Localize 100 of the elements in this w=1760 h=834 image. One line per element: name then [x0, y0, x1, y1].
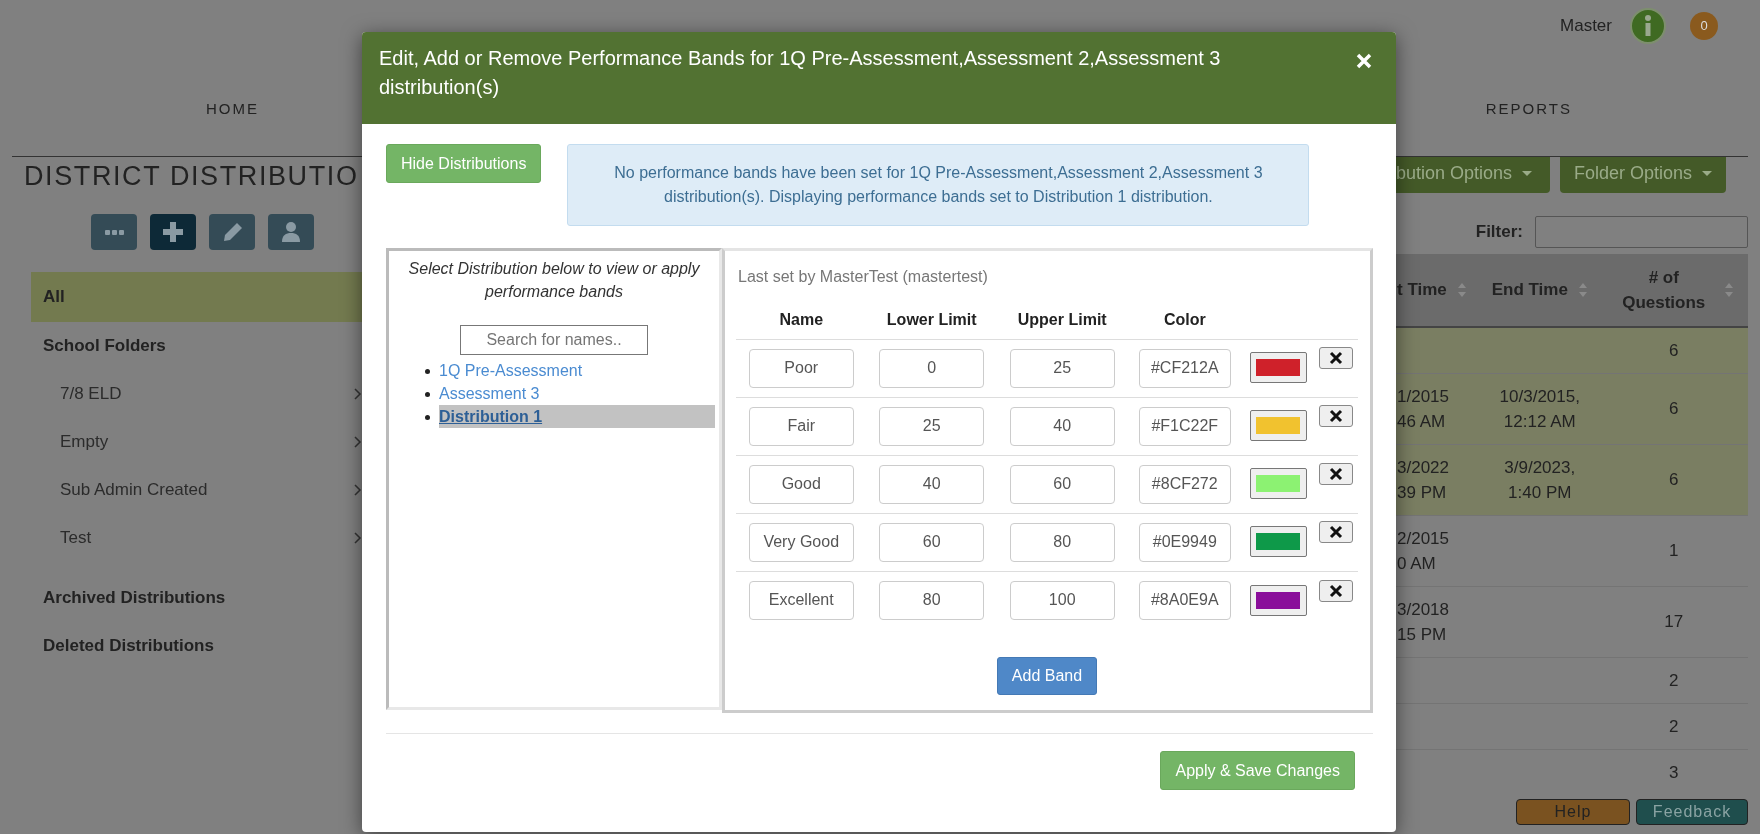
color-code-field[interactable]: #8A0E9A	[1138, 580, 1231, 620]
nav-link[interactable]: REPORTS	[1473, 98, 1584, 124]
band-name-field[interactable]: Excellent	[748, 580, 854, 620]
table-cell-text: 3	[1669, 761, 1679, 784]
folder-label: Empty	[60, 431, 109, 454]
chevron-icon	[354, 388, 362, 400]
color-picker-button[interactable]	[1249, 584, 1307, 616]
upper-limit-field[interactable]: 100	[1009, 580, 1115, 620]
table-cell-text: 2	[1669, 715, 1679, 738]
delete-button[interactable]	[1319, 579, 1353, 602]
folder-label: 7/8 ELD	[60, 383, 122, 406]
folder-item[interactable]: 7/8 ELD	[31, 370, 362, 418]
table-cell-text: 1/2015 46 AM	[1397, 385, 1449, 433]
notification-badge[interactable]: 0	[1690, 12, 1718, 40]
lower-limit-field[interactable]: 80	[879, 580, 985, 620]
table-cell-text: 6	[1669, 469, 1679, 491]
user-button[interactable]	[268, 214, 314, 250]
bullet-icon	[425, 369, 430, 374]
hide-distributions-button[interactable]: Hide Distributions	[386, 144, 542, 183]
options-button[interactable]: Folder Options	[1560, 157, 1727, 193]
caret-icon	[1522, 170, 1533, 176]
add-band-button[interactable]: Add Band	[996, 657, 1098, 695]
band-name-field[interactable]: Fair	[748, 406, 854, 446]
sidebar-item[interactable]: Deleted Distributions	[31, 622, 362, 670]
lower-limit-field[interactable]: 25	[879, 406, 985, 446]
column-header: Upper Limit	[1017, 310, 1107, 328]
save-button[interactable]: Apply & Save Changes	[1160, 751, 1355, 790]
more-icon	[104, 229, 124, 235]
table-cell-text: 6	[1669, 339, 1679, 362]
column-header: Lower Limit	[886, 310, 977, 328]
caret-icon	[1702, 170, 1713, 176]
notice-alert: No performance bands have been set for 1Q Pre-Assessment,Assessment 2,Assessment 3 distribution(s). Displaying performance bands set to Distribution 1 distribution.	[567, 144, 1310, 226]
table-cell-text: 2	[1669, 669, 1679, 692]
distribution-link[interactable]: Distribution 1	[439, 405, 715, 428]
distribution-link[interactable]: Assessment 3	[439, 382, 715, 405]
color-picker-button[interactable]	[1249, 410, 1307, 442]
distribution-link[interactable]: 1Q Pre-Assessment	[439, 359, 715, 382]
delete-button[interactable]	[1319, 521, 1353, 544]
sidebar-item[interactable]: All	[31, 272, 362, 322]
folder-label: Sub Admin Created	[60, 479, 208, 502]
chevron-icon	[354, 436, 362, 448]
options-button[interactable]: bution Options	[1396, 157, 1550, 193]
band-name-field[interactable]: Poor	[748, 348, 854, 388]
lower-limit-field[interactable]: 0	[879, 348, 985, 388]
color-code-field[interactable]: #CF212A	[1138, 348, 1231, 388]
color-picker-button[interactable]	[1249, 468, 1307, 500]
table-cell-text: 17	[1664, 611, 1684, 633]
user-icon	[282, 222, 300, 242]
lower-limit-field[interactable]: 40	[879, 464, 985, 504]
upper-limit-field[interactable]: 80	[1009, 522, 1115, 562]
upper-limit-field[interactable]: 25	[1009, 348, 1115, 388]
last-set-text: Last set by MasterTest (mastertest)	[738, 267, 989, 287]
delete-icon	[1329, 467, 1343, 482]
color-picker-button[interactable]	[1249, 352, 1307, 384]
lower-limit-field[interactable]: 60	[879, 522, 985, 562]
close-button[interactable]	[1356, 53, 1372, 69]
delete-button[interactable]	[1319, 347, 1353, 370]
plus-icon	[163, 222, 183, 242]
feedback-button[interactable]: Feedback	[1636, 799, 1748, 825]
folder-item[interactable]: Sub Admin Created	[31, 466, 362, 514]
upper-limit-field[interactable]: 60	[1009, 464, 1115, 504]
delete-icon	[1329, 351, 1343, 366]
table-cell-text: 2/2015 0 AM	[1397, 527, 1449, 575]
search-field[interactable]: Search for names..	[460, 325, 648, 355]
table-cell-text: 3/2018 15 PM	[1397, 598, 1449, 646]
table-cell-text: 6	[1669, 398, 1679, 420]
nav-link[interactable]: HOME	[194, 98, 271, 124]
color-picker-button[interactable]	[1249, 526, 1307, 558]
folder-item[interactable]: Test	[31, 514, 362, 562]
delete-button[interactable]	[1319, 405, 1353, 428]
chevron-icon	[354, 532, 362, 544]
more-button[interactable]	[91, 214, 137, 250]
pencil-button[interactable]	[209, 214, 255, 250]
info-icon[interactable]	[1630, 8, 1666, 44]
plus-button[interactable]	[150, 214, 196, 250]
user-name: Master	[1560, 15, 1612, 38]
folder-item[interactable]: Empty	[31, 418, 362, 466]
delete-button[interactable]	[1319, 463, 1353, 486]
modal-title: Edit, Add or Remove Performance Bands for 1Q Pre-Assessment,Assessment 2,Assessment 3 distribution(s)	[379, 46, 1222, 100]
color-code-field[interactable]: #F1C22F	[1138, 406, 1231, 446]
delete-icon	[1329, 583, 1343, 598]
instructions-text: Select Distribution below to view or apply performance bands	[407, 259, 701, 302]
delete-icon	[1329, 525, 1343, 540]
band-name-field[interactable]: Very Good	[748, 522, 854, 562]
sidebar-item[interactable]: School Folders	[31, 322, 362, 370]
color-code-field[interactable]: #0E9949	[1138, 522, 1231, 562]
filter-label: Filter:	[1475, 220, 1523, 243]
table-cell-text: 1	[1669, 540, 1679, 562]
table-cell-text: 3/9/2023, 1:40 PM	[1504, 456, 1576, 504]
sidebar-item[interactable]: Archived Distributions	[31, 574, 362, 622]
color-code-field[interactable]: #8CF272	[1138, 464, 1231, 504]
delete-icon	[1329, 409, 1343, 424]
filter-field[interactable]	[1535, 215, 1748, 248]
band-name-field[interactable]: Good	[748, 464, 854, 504]
help-button[interactable]: Help	[1516, 799, 1630, 825]
upper-limit-field[interactable]: 40	[1009, 406, 1115, 446]
pencil-icon	[221, 222, 243, 242]
chevron-icon	[354, 484, 362, 496]
bullet-icon	[425, 392, 430, 397]
bullet-icon	[425, 415, 430, 420]
